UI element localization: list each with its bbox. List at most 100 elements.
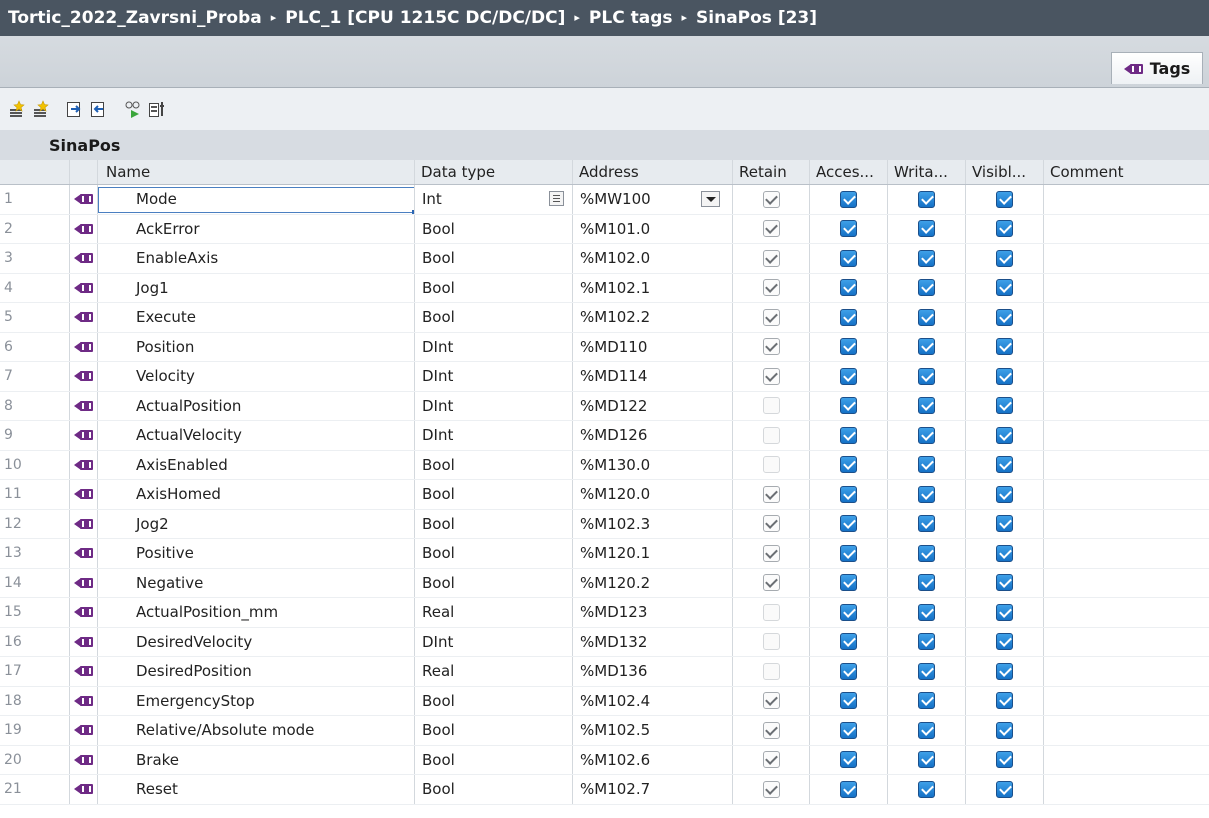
accessible-checkbox[interactable] — [840, 780, 857, 798]
data-type-cell[interactable]: Bool — [415, 716, 573, 745]
insert-row-icon[interactable] — [32, 100, 50, 118]
visible-checkbox[interactable] — [996, 574, 1013, 592]
comment-cell[interactable] — [1044, 716, 1209, 745]
table-row[interactable]: 18 EmergencyStop Bool %M102.4 — [0, 686, 1209, 716]
tag-name-cell[interactable]: AxisHomed — [98, 480, 415, 509]
writable-checkbox[interactable] — [918, 456, 935, 474]
retain-checkbox[interactable] — [762, 190, 780, 208]
row-number[interactable]: 11 — [0, 480, 70, 509]
accessible-checkbox[interactable] — [840, 249, 857, 267]
row-number[interactable]: 13 — [0, 539, 70, 568]
visible-checkbox[interactable] — [996, 544, 1013, 562]
retain-checkbox[interactable] — [762, 426, 780, 444]
visible-checkbox[interactable] — [996, 692, 1013, 710]
retain-checkbox[interactable] — [762, 515, 780, 533]
tag-name-cell[interactable]: Negative — [98, 568, 415, 597]
tag-name-cell[interactable]: Execute — [98, 303, 415, 332]
breadcrumb-table[interactable]: SinaPos [23] — [696, 8, 817, 28]
accessible-checkbox[interactable] — [840, 426, 857, 444]
retain-checkbox[interactable] — [762, 220, 780, 238]
address-cell[interactable]: %MD136 — [573, 657, 733, 686]
writable-checkbox[interactable] — [918, 721, 935, 739]
visible-checkbox[interactable] — [996, 426, 1013, 444]
data-type-cell[interactable]: Bool — [415, 509, 573, 538]
table-row[interactable]: 14 Negative Bool %M120.2 — [0, 568, 1209, 598]
comment-cell[interactable] — [1044, 480, 1209, 509]
comment-cell[interactable] — [1044, 185, 1209, 214]
visible-checkbox[interactable] — [996, 485, 1013, 503]
visible-checkbox[interactable] — [996, 397, 1013, 415]
address-cell[interactable]: %MD132 — [573, 627, 733, 656]
retain-checkbox[interactable] — [762, 456, 780, 474]
tag-name-cell[interactable]: ActualPosition_mm — [98, 598, 415, 627]
comment-cell[interactable] — [1044, 775, 1209, 804]
retain-checkbox[interactable] — [762, 397, 780, 415]
writable-checkbox[interactable] — [918, 220, 935, 238]
comment-cell[interactable] — [1044, 598, 1209, 627]
table-row[interactable]: 17 DesiredPosition Real %MD136 — [0, 657, 1209, 687]
writable-checkbox[interactable] — [918, 574, 935, 592]
data-type-cell[interactable]: Bool — [415, 568, 573, 597]
table-row[interactable]: 7 Velocity DInt %MD114 — [0, 362, 1209, 392]
retain-checkbox[interactable] — [762, 692, 780, 710]
table-row[interactable]: 9 ActualVelocity DInt %MD126 — [0, 421, 1209, 451]
comment-cell[interactable] — [1044, 451, 1209, 480]
data-type-cell[interactable]: DInt — [415, 332, 573, 361]
import-icon[interactable] — [90, 100, 108, 118]
tag-name-cell[interactable]: Positive — [98, 539, 415, 568]
tag-name-cell[interactable]: Mode — [98, 185, 415, 214]
comment-cell[interactable] — [1044, 274, 1209, 303]
tag-name-cell[interactable]: Velocity — [98, 362, 415, 391]
retain-checkbox[interactable] — [762, 721, 780, 739]
tag-name-cell[interactable]: Reset — [98, 775, 415, 804]
data-type-cell[interactable]: Real — [415, 598, 573, 627]
accessible-checkbox[interactable] — [840, 751, 857, 769]
accessible-checkbox[interactable] — [840, 190, 857, 208]
breadcrumb-folder[interactable]: PLC tags — [589, 8, 673, 28]
show-all-icon[interactable] — [148, 100, 166, 118]
header-data-type[interactable]: Data type — [415, 160, 573, 184]
data-type-list-icon[interactable] — [549, 191, 564, 206]
writable-checkbox[interactable] — [918, 751, 935, 769]
retain-checkbox[interactable] — [762, 485, 780, 503]
address-cell[interactable]: %MD114 — [573, 362, 733, 391]
row-number[interactable]: 12 — [0, 509, 70, 538]
data-type-cell[interactable]: Bool — [415, 480, 573, 509]
address-cell[interactable]: %M102.1 — [573, 273, 733, 302]
tag-name-cell[interactable]: AxisEnabled — [98, 450, 415, 479]
tag-name-cell[interactable]: ActualVelocity — [98, 421, 415, 450]
tag-name-cell[interactable]: Jog2 — [98, 509, 415, 538]
tag-name-cell[interactable]: AckError — [98, 214, 415, 243]
retain-checkbox[interactable] — [762, 249, 780, 267]
table-row[interactable]: 16 DesiredVelocity DInt %MD132 — [0, 627, 1209, 657]
data-type-cell[interactable]: Bool — [415, 450, 573, 479]
export-icon[interactable] — [66, 100, 84, 118]
comment-cell[interactable] — [1044, 244, 1209, 273]
table-row[interactable]: 11 AxisHomed Bool %M120.0 — [0, 480, 1209, 510]
retain-checkbox[interactable] — [762, 308, 780, 326]
table-row[interactable]: 15 ActualPosition_mm Real %MD123 — [0, 598, 1209, 628]
visible-checkbox[interactable] — [996, 279, 1013, 297]
address-cell[interactable]: %M102.3 — [573, 509, 733, 538]
header-accessible[interactable]: Acces... — [810, 160, 888, 184]
header-retain[interactable]: Retain — [733, 160, 810, 184]
table-row[interactable]: 5 Execute Bool %M102.2 — [0, 303, 1209, 333]
table-row[interactable]: 10 AxisEnabled Bool %M130.0 — [0, 450, 1209, 480]
breadcrumb-project[interactable]: Tortic_2022_Zavrsni_Proba — [8, 8, 262, 28]
table-row[interactable]: 6 Position DInt %MD110 — [0, 332, 1209, 362]
writable-checkbox[interactable] — [918, 279, 935, 297]
table-row[interactable]: 13 Positive Bool %M120.1 — [0, 539, 1209, 569]
comment-cell[interactable] — [1044, 362, 1209, 391]
visible-checkbox[interactable] — [996, 662, 1013, 680]
retain-checkbox[interactable] — [762, 633, 780, 651]
accessible-checkbox[interactable] — [840, 662, 857, 680]
comment-cell[interactable] — [1044, 510, 1209, 539]
visible-checkbox[interactable] — [996, 308, 1013, 326]
row-number[interactable]: 19 — [0, 716, 70, 745]
row-number[interactable]: 10 — [0, 450, 70, 479]
visible-checkbox[interactable] — [996, 456, 1013, 474]
tag-name-cell[interactable]: DesiredPosition — [98, 657, 415, 686]
header-name[interactable]: Name — [98, 160, 415, 184]
tag-name-cell[interactable]: Position — [98, 332, 415, 361]
table-row[interactable]: 19 Relative/Absolute mode Bool %M102.5 — [0, 716, 1209, 746]
